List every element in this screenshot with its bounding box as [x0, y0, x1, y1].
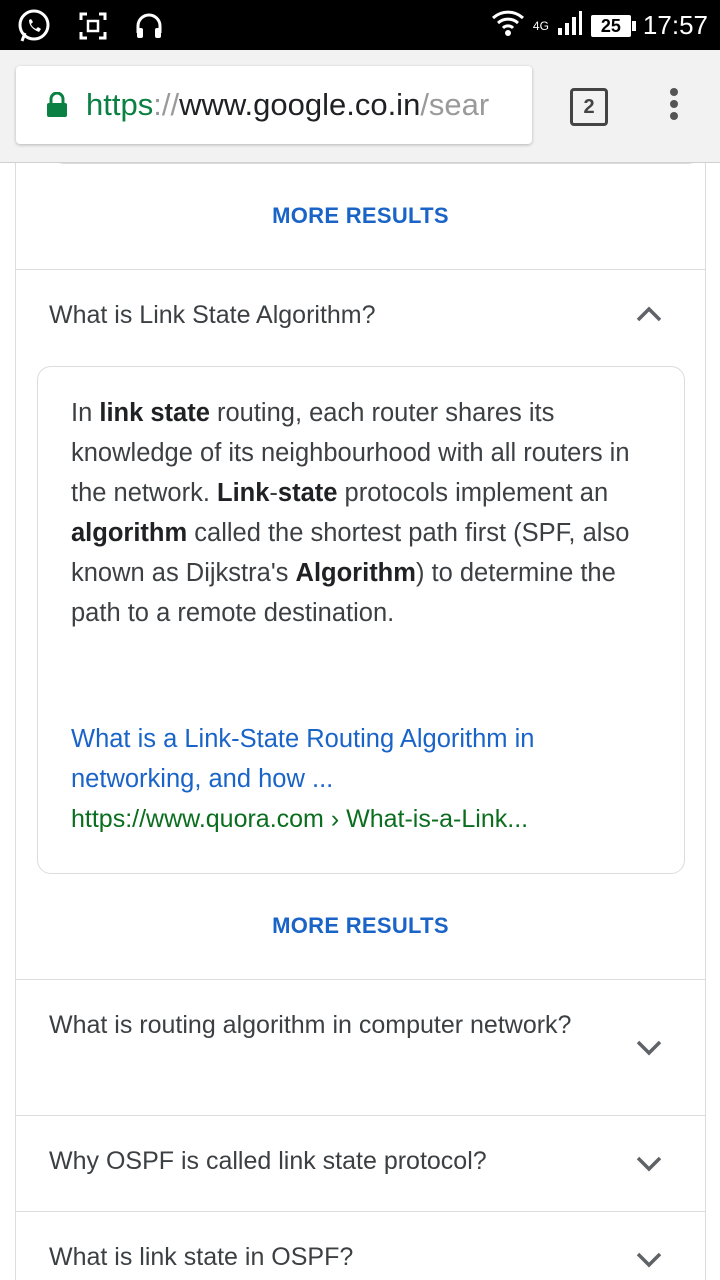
related-questions-card: MORE RESULTS What is Link State Algorith…	[15, 163, 706, 1280]
url-host: www.google.co.in	[179, 87, 421, 122]
answer-source-url[interactable]: https://www.quora.com › What-is-a-Link..…	[71, 799, 671, 839]
answer-highlight: Link	[217, 479, 270, 507]
chevron-down-icon[interactable]	[635, 1250, 663, 1268]
chevron-down-icon[interactable]	[635, 1038, 663, 1056]
answer-highlight: state	[277, 479, 338, 507]
divider	[15, 1211, 705, 1212]
faq-question-3[interactable]: Why OSPF is called link state protocol?	[49, 1141, 589, 1181]
divider	[15, 979, 705, 980]
search-results-page: MORE RESULTS What is Link State Algorith…	[0, 163, 720, 1280]
url-separator: ://	[153, 87, 180, 122]
answer-fragment: protocols implement an	[337, 479, 609, 507]
whatsapp-icon	[16, 8, 52, 49]
answer-highlight: Algorithm	[295, 559, 416, 587]
previous-answer-box-edge	[52, 163, 700, 164]
answer-snippet: In link state routing, each router share…	[37, 366, 685, 874]
browser-toolbar: https://www.google.co.in/sear 2	[0, 50, 720, 163]
battery-icon: 25	[590, 14, 636, 37]
url-path: /sear	[420, 87, 490, 122]
faq-question-1[interactable]: What is Link State Algorithm?	[49, 295, 589, 335]
overflow-menu-icon[interactable]	[668, 88, 680, 126]
answer-text: In link state routing, each router share…	[71, 393, 661, 633]
network-type: 4G	[532, 18, 549, 33]
tab-switcher-button[interactable]: 2	[570, 88, 608, 126]
more-results-button[interactable]: MORE RESULTS	[16, 203, 705, 229]
divider	[15, 269, 705, 270]
answer-fragment: In	[71, 399, 100, 427]
screenshot-icon	[78, 11, 108, 46]
url-text: https://www.google.co.in/sear	[86, 87, 489, 123]
divider	[15, 1115, 705, 1116]
faq-question-2[interactable]: What is routing algorithm in computer ne…	[49, 1005, 589, 1045]
answer-fragment: -	[269, 479, 278, 507]
answer-highlight: algorithm	[71, 519, 188, 547]
status-bar: 4G 25 17:57	[0, 0, 720, 50]
more-results-button-2[interactable]: MORE RESULTS	[16, 913, 705, 939]
signal-icon	[557, 10, 583, 41]
headphones-icon	[134, 11, 164, 46]
chevron-up-icon[interactable]	[635, 305, 663, 323]
url-scheme: https	[86, 87, 154, 122]
wifi-icon	[491, 8, 525, 43]
lock-icon	[46, 91, 68, 118]
faq-question-4[interactable]: What is link state in OSPF?	[49, 1237, 589, 1277]
clock: 17:57	[642, 10, 708, 40]
answer-highlight: link state	[99, 399, 210, 427]
chevron-down-icon[interactable]	[635, 1154, 663, 1172]
address-bar[interactable]: https://www.google.co.in/sear	[16, 66, 532, 144]
answer-source-link[interactable]: What is a Link-State Routing Algorithm i…	[71, 719, 661, 799]
